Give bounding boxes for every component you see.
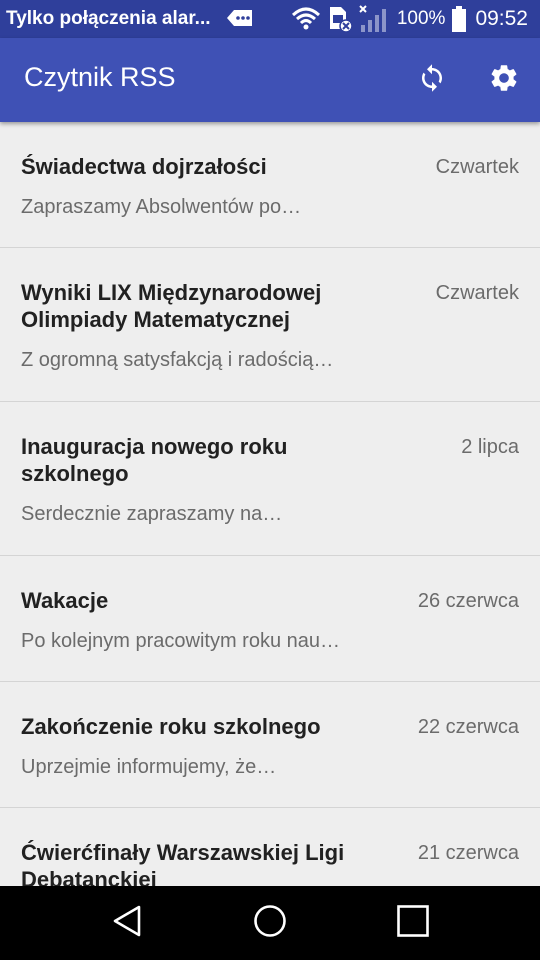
refresh-button[interactable] [412,60,452,100]
refresh-icon [417,63,447,98]
clock: 09:52 [475,7,528,30]
item-title: Świadectwa dojrzałości [21,154,267,179]
app-title: Czytnik RSS [24,62,176,92]
signal-icon [359,5,389,33]
wifi-icon [291,7,321,31]
item-title: Ćwierćfinały Warszawskiej Ligi Debatanck… [21,840,345,886]
item-date: 26 czerwca [417,590,519,612]
battery-percent: 100% [396,8,446,29]
app-bar: Czytnik RSS [0,38,540,122]
item-description: Zapraszamy Absolwentów po… [21,196,302,218]
settings-icon [488,62,520,99]
item-title: Wakacje [21,588,109,613]
navigation-bar [0,886,540,960]
item-description: Po kolejnym pracowitym roku nau… [21,630,341,652]
item-date: Czwartek [435,282,519,304]
carrier-text: Tylko połączenia alar... [6,8,211,29]
status-bar: Tylko połączenia alar... 100% 09:52 [0,0,540,38]
back-icon [111,904,143,943]
item-date: Czwartek [435,156,519,178]
item-description: Z ogromną satysfakcją i radością… [21,349,334,371]
battery-icon [451,5,467,33]
list-item[interactable]: Świadectwa dojrzałości Czwartek Zaprasza… [0,122,540,248]
item-title: Inauguracja nowego roku szkolnego [21,434,288,486]
back-button[interactable] [107,903,147,943]
message-icon [226,8,254,30]
home-button[interactable] [250,903,290,943]
list-item[interactable]: Inauguracja nowego roku szkolnego 2 lipc… [0,402,540,556]
item-description: Serdecznie zapraszamy na… [21,503,283,525]
item-title: Zakończenie roku szkolnego [21,714,321,739]
sim-disabled-icon [327,5,353,33]
list-item[interactable]: Zakończenie roku szkolnego 22 czerwca Up… [0,682,540,808]
item-title: Wyniki LIX Międzynarodowej Olimpiady Mat… [21,280,322,332]
settings-button[interactable] [484,60,524,100]
item-date: 2 lipca [461,436,519,458]
recents-button[interactable] [393,903,433,943]
list-item[interactable]: Wakacje 26 czerwca Po kolejnym pracowity… [0,556,540,682]
item-date: 22 czerwca [417,716,519,738]
recents-icon [396,904,430,943]
home-icon [252,903,288,944]
item-date: 21 czerwca [417,842,519,864]
list-item[interactable]: Ćwierćfinały Warszawskiej Ligi Debatanck… [0,808,540,886]
list-item[interactable]: Wyniki LIX Międzynarodowej Olimpiady Mat… [0,248,540,402]
item-description: Uprzejmie informujemy, że… [21,756,277,778]
feed-list[interactable]: Świadectwa dojrzałości Czwartek Zaprasza… [0,122,540,886]
